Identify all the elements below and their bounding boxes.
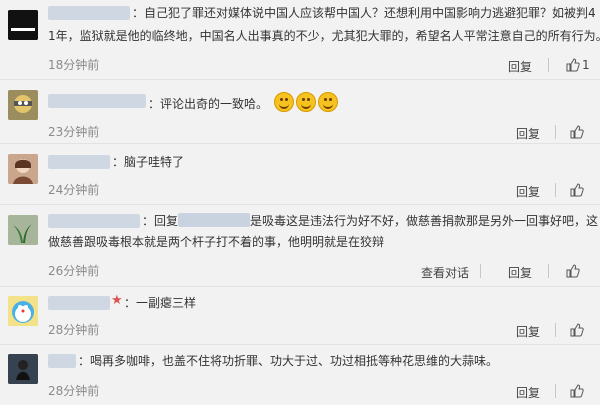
comment-list: ：自己犯了罪还对媒体说中国人应该帮中国人？还想利用中国影响力逃避犯罪？如被判4 … <box>0 0 600 405</box>
comment-time: 28分钟前 <box>48 384 100 398</box>
comment-6: ：喝再多咖啡，也盖不住将功折罪、功大于过、功过相抵等种花思维的大蒜味。 28分钟… <box>0 345 600 405</box>
mentioned-user-redacted[interactable] <box>178 213 251 227</box>
divider <box>548 264 549 278</box>
like-button[interactable] <box>570 384 598 400</box>
like-icon <box>566 58 580 72</box>
username-redacted[interactable] <box>48 6 130 20</box>
divider <box>555 323 556 337</box>
divider <box>548 58 549 72</box>
divider <box>555 125 556 139</box>
laughing-emoji-icon <box>273 92 294 112</box>
comment-text: ：评论出奇的一致哈。 <box>148 92 590 113</box>
comment-text: ：一副瘪三样 <box>124 296 197 310</box>
comment-4: ：回复 是吸毒这是违法行为好不好，做慈善捐款那是另外一回事好吧，这 做慈善跟吸毒根… <box>0 205 600 287</box>
comment-time: 18分钟前 <box>48 58 100 72</box>
like-icon <box>570 384 584 398</box>
comment-2: ：评论出奇的一致哈。 23分钟前 回复 <box>0 80 600 144</box>
comment-5: ★ ：一副瘪三样 28分钟前 回复 <box>0 287 600 345</box>
like-button[interactable] <box>570 183 598 199</box>
avatar[interactable] <box>8 354 38 384</box>
like-button[interactable] <box>570 125 598 141</box>
avatar[interactable] <box>8 90 38 120</box>
comment-time: 24分钟前 <box>48 183 100 197</box>
comment-text-line-2: 做慈善跟吸毒根本就是两个杆子打不着的事，他明明就是在狡辩 <box>48 235 385 249</box>
comment-time: 26分钟前 <box>48 264 100 278</box>
like-icon <box>570 183 584 197</box>
comment-text: ：喝再多咖啡，也盖不住将功折罪、功大于过、功过相抵等种花思维的大蒜味。 <box>78 354 499 368</box>
like-icon <box>570 323 584 337</box>
comment-text-line-1: ：自己犯了罪还对媒体说中国人应该帮中国人？还想利用中国影响力逃避犯罪？如被判4 <box>132 6 596 20</box>
username-redacted[interactable] <box>48 155 110 169</box>
like-button[interactable]: 1 <box>566 58 594 74</box>
reply-button[interactable]: 回复 <box>516 384 540 401</box>
laughing-emoji-icon <box>317 92 338 112</box>
comment-time: 23分钟前 <box>48 125 100 139</box>
vip-star-icon: ★ <box>111 293 123 308</box>
reply-button[interactable]: 回复 <box>516 125 540 142</box>
comment-time: 28分钟前 <box>48 323 100 337</box>
comment-body: 是吸毒这是违法行为好不好，做慈善捐款那是另外一回事好吧，这 <box>250 214 599 228</box>
like-count: 1 <box>582 58 590 72</box>
comment-1: ：自己犯了罪还对媒体说中国人应该帮中国人？还想利用中国影响力逃避犯罪？如被判4 … <box>0 0 600 80</box>
like-icon <box>566 264 580 278</box>
avatar[interactable] <box>8 10 38 40</box>
username-redacted[interactable] <box>48 214 140 228</box>
divider <box>555 183 556 197</box>
reply-button[interactable]: 回复 <box>516 323 540 340</box>
like-button[interactable] <box>570 323 598 339</box>
username-redacted[interactable] <box>48 354 76 368</box>
like-icon <box>570 125 584 139</box>
reply-button[interactable]: 回复 <box>516 183 540 200</box>
reply-button[interactable]: 回复 <box>508 58 532 75</box>
divider <box>555 384 556 398</box>
divider <box>480 264 481 278</box>
view-thread-button[interactable]: 查看对话 <box>421 264 469 281</box>
reply-button[interactable]: 回复 <box>508 264 532 281</box>
comment-3: ：脑子哇特了 24分钟前 回复 <box>0 144 600 205</box>
username-redacted[interactable] <box>48 94 146 108</box>
like-button[interactable] <box>566 264 594 280</box>
comment-text-line-1: ：回复 是吸毒这是违法行为好不好，做慈善捐款那是另外一回事好吧，这 <box>142 212 598 230</box>
laughing-emoji-icon <box>295 92 316 112</box>
comment-text: ：脑子哇特了 <box>112 155 185 169</box>
username-redacted[interactable] <box>48 296 110 310</box>
comment-body: ：评论出奇的一致哈。 <box>148 97 269 111</box>
avatar[interactable] <box>8 215 38 245</box>
avatar[interactable] <box>8 154 38 184</box>
reply-prefix: ：回复 <box>142 214 179 228</box>
comment-text-line-2: 1年，监狱就是他的临终地，中国名人出事真的不少，尤其犯大罪的，希望名人平常注意自… <box>48 29 600 43</box>
avatar[interactable] <box>8 296 38 326</box>
